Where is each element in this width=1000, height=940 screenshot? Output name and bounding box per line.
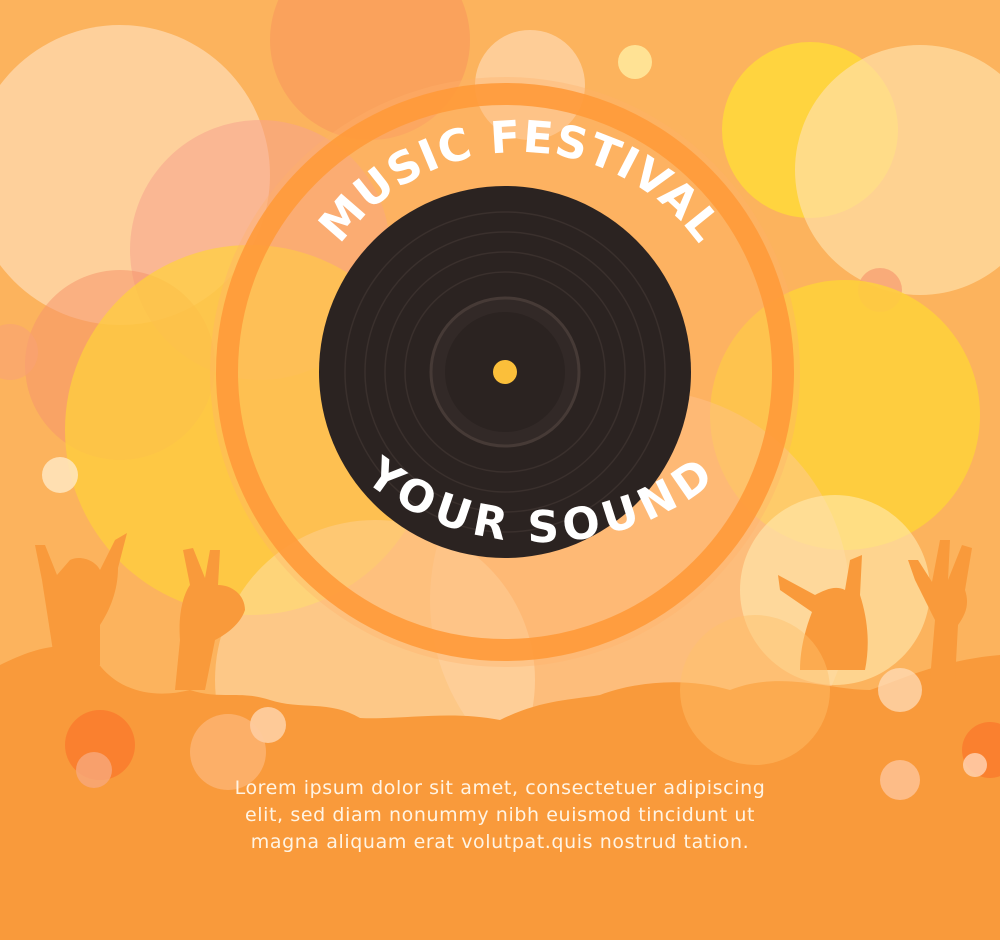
body-line: magna aliquam erat volutpat.quis nostrud… bbox=[250, 831, 750, 853]
bokeh-circle bbox=[880, 760, 920, 800]
body-line: Lorem ipsum dolor sit amet, consectetuer… bbox=[234, 777, 766, 799]
bokeh-circle bbox=[618, 45, 652, 79]
music-festival-poster: MUSIC FESTIVAL YOUR SOUND Lorem ipsum do… bbox=[0, 0, 1000, 940]
body-text: Lorem ipsum dolor sit amet, consectetuer… bbox=[150, 775, 850, 856]
bokeh-circle bbox=[42, 457, 78, 493]
bokeh-circle bbox=[963, 753, 987, 777]
body-line: elit, sed diam nonummy nibh euismod tinc… bbox=[244, 804, 756, 826]
bokeh-circle bbox=[76, 752, 112, 788]
bokeh-circle bbox=[680, 615, 830, 765]
bokeh-circle bbox=[878, 668, 922, 712]
